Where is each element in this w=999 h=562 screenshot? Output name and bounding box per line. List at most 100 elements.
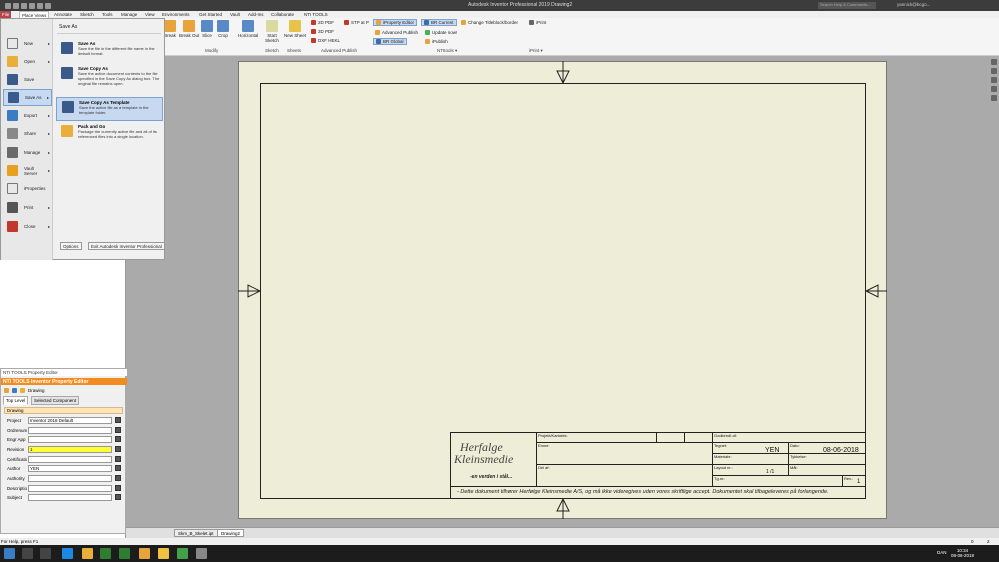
property-value[interactable] (28, 494, 112, 501)
company-logo-line2: Kleinsmedie (454, 452, 514, 466)
tegnet-label: Tegnet: (714, 443, 728, 448)
inventor-icon[interactable] (139, 548, 150, 559)
option-pack-and-go[interactable]: Pack and Go Package the currently active … (56, 122, 163, 152)
file-explorer-icon[interactable] (82, 548, 93, 559)
property-row: Subject (7, 494, 123, 502)
chevron-right-icon: ▸ (46, 95, 49, 100)
property-value[interactable]: Inventor 2018 Default (28, 417, 112, 424)
navigation-bar (988, 56, 999, 136)
edit-icon[interactable] (115, 417, 121, 423)
property-row: Description (7, 485, 123, 493)
excel-icon[interactable] (119, 548, 130, 559)
property-row: Engr App (7, 436, 123, 444)
app-icon[interactable] (196, 548, 207, 559)
tykkelse-label: Tykkelse: (790, 454, 807, 459)
edit-icon[interactable] (115, 456, 121, 462)
language-indicator[interactable]: DAN (937, 550, 947, 555)
app-icon[interactable] (177, 548, 188, 559)
edit-icon[interactable] (115, 494, 121, 500)
emne-label: Emne: (538, 443, 550, 448)
tab-selected-component[interactable]: Selected Component (31, 396, 80, 405)
system-clock[interactable]: 10:34 08-06-2018 (951, 548, 974, 558)
file-menu: New ▸ Open ▸ Save Save As ▸ Export ▸ Share ▸ … (0, 18, 165, 260)
chevron-right-icon: ▸ (47, 59, 50, 64)
full-navigation-wheel-icon[interactable] (990, 59, 997, 65)
menu-item-new[interactable]: New ▸ (3, 35, 52, 52)
folder-icon[interactable] (20, 388, 25, 393)
property-row: Author YEN (7, 465, 123, 473)
exit-button[interactable]: Exit Autodesk Inventor Professional (88, 242, 165, 250)
del-af-label: Del af: (538, 465, 550, 470)
save-as-submenu: Save As Save As Save the file in the diff… (54, 19, 164, 260)
tab-top-level[interactable]: Top Level (3, 396, 29, 405)
menu-item-share[interactable]: Share ▸ (3, 125, 52, 142)
manage-icon (7, 147, 18, 158)
status-bar: For Help, press F1 0 2 (0, 538, 999, 545)
excel-icon[interactable] (100, 548, 111, 559)
refresh-icon[interactable] (4, 388, 9, 393)
menu-item-manage[interactable]: Manage ▸ (3, 144, 52, 161)
edit-icon[interactable] (115, 465, 121, 471)
save-icon (7, 74, 18, 85)
property-value[interactable] (28, 485, 112, 492)
options-button[interactable]: Options (60, 242, 82, 250)
property-value[interactable] (28, 427, 112, 434)
layout-label: Layout nr.: (714, 465, 733, 470)
status-count-1: 0 (971, 539, 974, 544)
chevron-right-icon: ▸ (47, 224, 50, 229)
edit-icon[interactable] (115, 436, 121, 442)
start-icon[interactable] (4, 548, 15, 559)
menu-item-save[interactable]: Save (3, 71, 52, 88)
orbit-icon[interactable] (990, 95, 997, 101)
menu-item-print[interactable]: Print ▸ (3, 199, 52, 216)
menu-item-iproperties[interactable]: iProperties (3, 180, 52, 197)
chevron-right-icon: ▸ (47, 205, 50, 210)
zoom-icon[interactable] (990, 77, 997, 83)
property-value[interactable]: 1 (28, 446, 112, 453)
export-icon (7, 110, 18, 121)
property-value[interactable] (28, 456, 112, 463)
file-menu-footer: Options Exit Autodesk Inventor Professio… (54, 239, 165, 259)
dato-label: Dato: (790, 443, 800, 448)
browser-icon[interactable] (62, 548, 73, 559)
panel-title: NTI TOOLS Inventor Property Editor (1, 378, 127, 385)
panel-toolbar: Drawing (4, 387, 124, 394)
save-copy-icon (61, 67, 73, 79)
save-icon[interactable] (12, 388, 17, 393)
app-icon[interactable] (158, 548, 169, 559)
edit-icon[interactable] (115, 475, 121, 481)
document-tab[interactable]: Skm_B_Skelet.ipt (174, 529, 218, 537)
property-row: Ordrenummer (7, 427, 123, 435)
open-folder-icon (7, 56, 18, 67)
option-save-copy-as-template[interactable]: Save Copy As Template Save the active fil… (56, 97, 163, 121)
menu-item-export[interactable]: Export ▸ (3, 107, 52, 124)
menu-item-close[interactable]: Close ▸ (3, 218, 52, 235)
search-icon[interactable] (22, 548, 33, 559)
property-value[interactable] (28, 475, 112, 482)
pan-icon[interactable] (990, 68, 997, 74)
chevron-right-icon: ▸ (47, 131, 50, 136)
edit-icon[interactable] (115, 485, 121, 491)
projekt-label: Projekt/Kartotek: (538, 433, 568, 438)
document-type: Drawing (28, 388, 45, 393)
tegnr-label: Tg.nr.: (714, 476, 726, 481)
task-view-icon[interactable] (40, 548, 51, 559)
edit-icon[interactable] (115, 446, 121, 452)
option-save-copy-as[interactable]: Save Copy As Save the active document con… (56, 64, 163, 98)
property-value[interactable]: YEN (28, 465, 112, 472)
print-icon (7, 202, 18, 213)
document-tab-active[interactable]: Drawing2 (217, 529, 245, 537)
property-row: Revision 1 (7, 446, 123, 454)
edit-icon[interactable] (115, 427, 121, 433)
zoom-window-icon[interactable] (990, 86, 997, 92)
close-icon (7, 221, 18, 232)
menu-item-open[interactable]: Open ▸ (3, 53, 52, 70)
layout-value: 1 /1 (766, 469, 775, 475)
save-as-icon (8, 92, 19, 103)
file-menu-commands: New ▸ Open ▸ Save Save As ▸ Export ▸ Share ▸ … (1, 19, 53, 260)
pack-and-go-icon (61, 125, 73, 137)
windows-taskbar: DAN 10:34 08-06-2018 (0, 545, 999, 562)
property-dropdown[interactable] (28, 436, 112, 443)
menu-item-vault-server[interactable]: Vault Server ▸ (3, 162, 52, 179)
menu-item-save-as[interactable]: Save As ▸ (3, 89, 52, 106)
